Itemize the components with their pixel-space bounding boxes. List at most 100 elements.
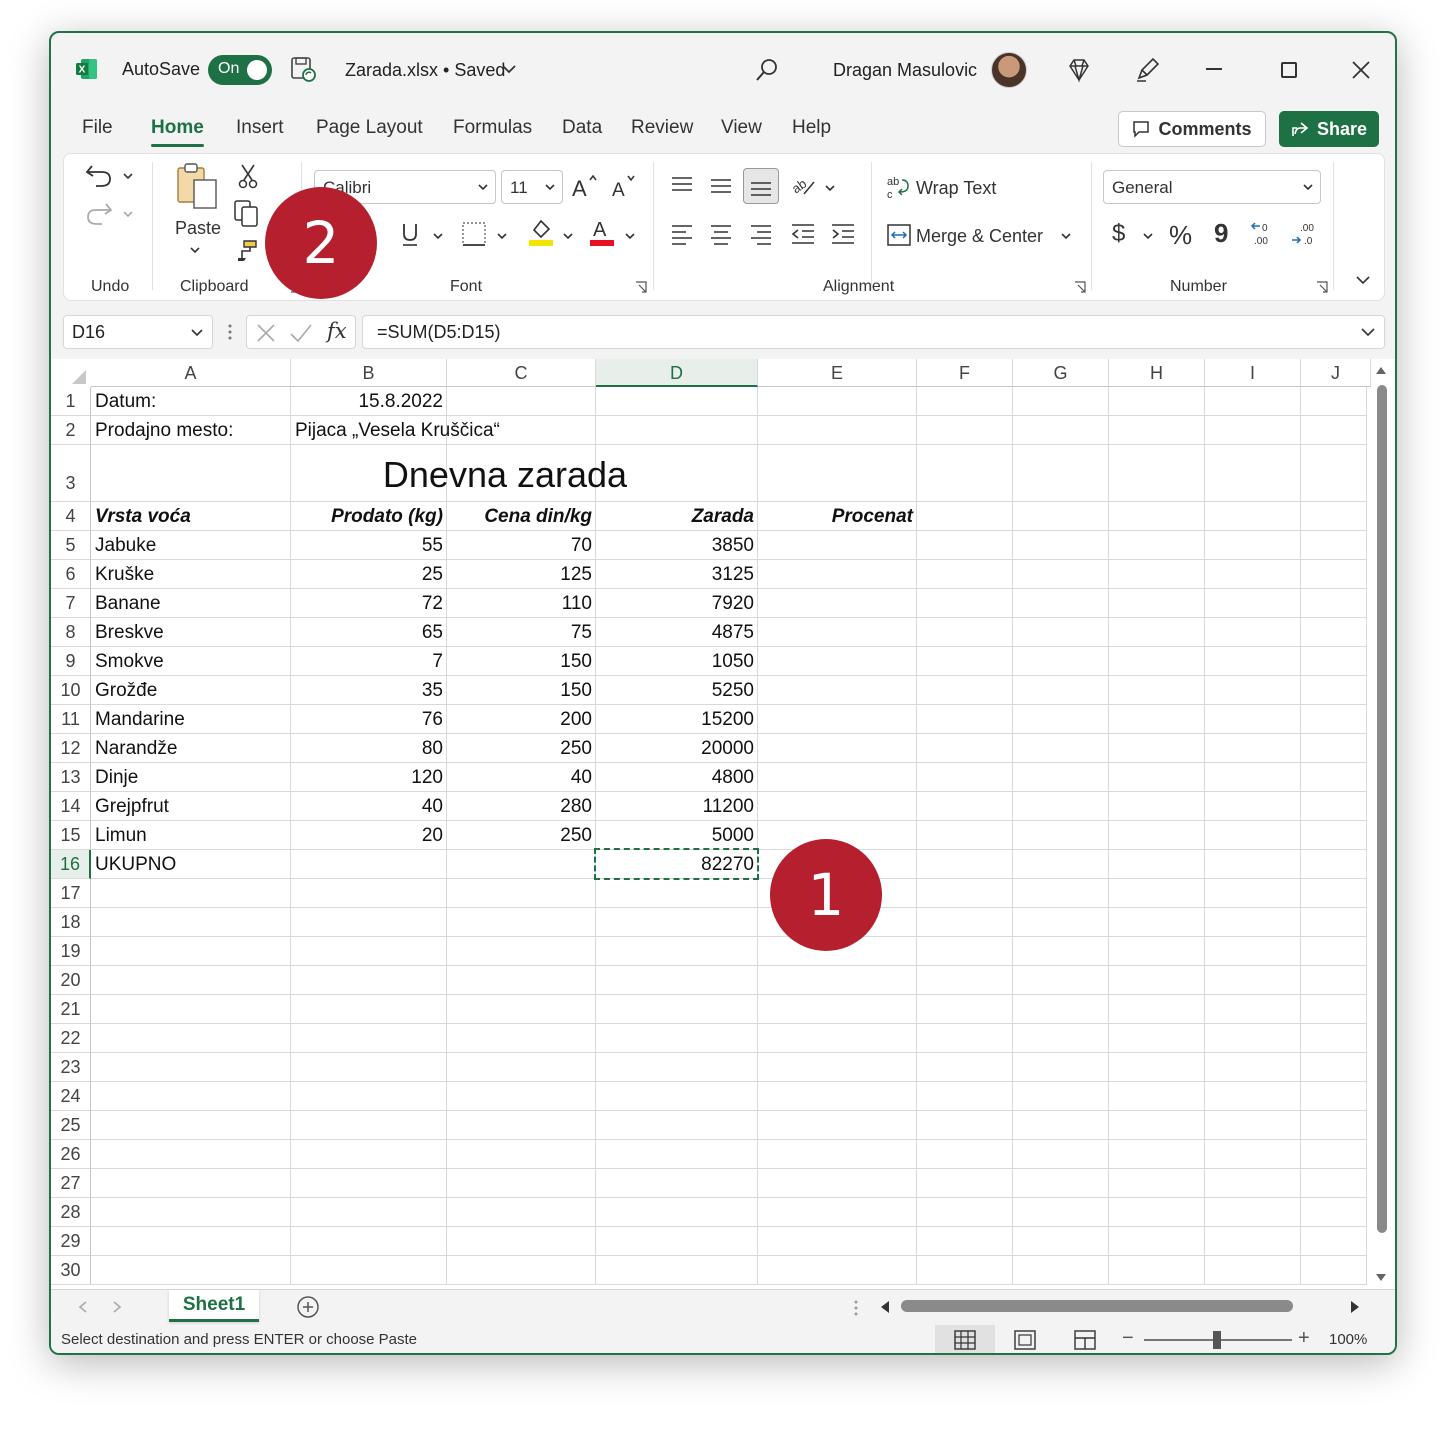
- share-button[interactable]: Share: [1279, 111, 1379, 147]
- row-header-20[interactable]: 20: [51, 966, 91, 995]
- row-header-11[interactable]: 11: [51, 705, 91, 734]
- wrap-text-label[interactable]: Wrap Text: [916, 178, 996, 199]
- row-header-15[interactable]: 15: [51, 821, 91, 850]
- cell-fruit-name[interactable]: Kruške: [91, 560, 291, 589]
- header-cena[interactable]: Cena din/kg: [447, 502, 596, 531]
- underline-icon[interactable]: [398, 220, 422, 248]
- increase-indent-icon[interactable]: [830, 222, 856, 246]
- row-header-25[interactable]: 25: [51, 1111, 91, 1140]
- cell-earnings[interactable]: 1050: [596, 647, 758, 676]
- zoom-out-button[interactable]: −: [1122, 1327, 1134, 1350]
- row-header-23[interactable]: 23: [51, 1053, 91, 1082]
- tab-review[interactable]: Review: [631, 117, 693, 139]
- merge-center-icon[interactable]: [886, 222, 912, 248]
- cell-sold-kg[interactable]: 72: [291, 589, 447, 618]
- header-procenat[interactable]: Procenat: [758, 502, 917, 531]
- merge-center-label[interactable]: Merge & Center: [916, 226, 1043, 247]
- row-header-4[interactable]: 4: [51, 502, 91, 531]
- currency-button[interactable]: $: [1112, 220, 1125, 248]
- row-header-1[interactable]: 1: [51, 387, 91, 416]
- borders-icon[interactable]: [460, 220, 488, 248]
- column-header-i[interactable]: I: [1205, 359, 1301, 387]
- chevron-down-icon[interactable]: [1142, 230, 1154, 242]
- copy-icon[interactable]: [232, 198, 262, 228]
- font-size-select[interactable]: 11: [501, 170, 563, 204]
- cell-sold-kg[interactable]: 65: [291, 618, 447, 647]
- cell-fruit-name[interactable]: Grožđe: [91, 676, 291, 705]
- chevron-down-icon[interactable]: [1060, 230, 1072, 242]
- row-header-8[interactable]: 8: [51, 618, 91, 647]
- cell-fruit-name[interactable]: Dinje: [91, 763, 291, 792]
- header-zarada[interactable]: Zarada: [596, 502, 758, 531]
- row-header-6[interactable]: 6: [51, 560, 91, 589]
- column-header-c[interactable]: C: [447, 359, 596, 387]
- row-header-26[interactable]: 26: [51, 1140, 91, 1169]
- horizontal-scroll-thumb[interactable]: [901, 1300, 1293, 1312]
- save-sync-icon[interactable]: [289, 55, 317, 83]
- row-header-5[interactable]: 5: [51, 531, 91, 560]
- cell-sold-kg[interactable]: 20: [291, 821, 447, 850]
- chevron-down-icon[interactable]: [501, 61, 517, 77]
- enter-check-icon[interactable]: [289, 322, 313, 344]
- scroll-left-icon[interactable]: [879, 1299, 891, 1315]
- chevron-down-icon[interactable]: [562, 230, 574, 242]
- row-header-27[interactable]: 27: [51, 1169, 91, 1198]
- page-layout-view-button[interactable]: [995, 1325, 1055, 1353]
- cell-earnings[interactable]: 4875: [596, 618, 758, 647]
- user-name[interactable]: Dragan Masulovic: [833, 60, 977, 81]
- cell-fruit-name[interactable]: Narandže: [91, 734, 291, 763]
- cell-total-label[interactable]: UKUPNO: [91, 850, 291, 879]
- cell-sold-kg[interactable]: 35: [291, 676, 447, 705]
- row-header-16[interactable]: 16: [51, 850, 91, 879]
- font-color-icon[interactable]: A: [588, 216, 616, 248]
- redo-icon[interactable]: [84, 200, 114, 228]
- cell-price[interactable]: 70: [447, 531, 596, 560]
- cell-earnings[interactable]: 11200: [596, 792, 758, 821]
- align-center-icon[interactable]: [709, 222, 733, 246]
- tab-formulas[interactable]: Formulas: [453, 117, 532, 139]
- comments-button[interactable]: Comments: [1118, 111, 1266, 147]
- header-vrsta-voca[interactable]: Vrsta voća: [91, 502, 291, 531]
- dialog-launcher-icon[interactable]: [635, 281, 647, 293]
- cell-b1[interactable]: 15.8.2022: [291, 387, 447, 416]
- close-icon[interactable]: [1350, 59, 1372, 81]
- cell-price[interactable]: 75: [447, 618, 596, 647]
- cell-a2[interactable]: Prodajno mesto:: [91, 416, 291, 445]
- cell-fruit-name[interactable]: Breskve: [91, 618, 291, 647]
- vertical-scroll-thumb[interactable]: [1377, 385, 1387, 1233]
- cell-price[interactable]: 150: [447, 647, 596, 676]
- expand-formula-icon[interactable]: [1360, 326, 1376, 338]
- top-align-icon[interactable]: [670, 174, 694, 198]
- row-header-3[interactable]: 3: [51, 445, 91, 502]
- minimize-button[interactable]: [1206, 68, 1222, 70]
- formula-input[interactable]: =SUM(D5:D15): [362, 315, 1385, 349]
- autosave-toggle[interactable]: On: [208, 55, 272, 85]
- zoom-slider-knob[interactable]: [1213, 1331, 1221, 1349]
- percent-button[interactable]: %: [1169, 220, 1192, 251]
- dialog-launcher-icon[interactable]: [1074, 281, 1086, 293]
- row-header-19[interactable]: 19: [51, 937, 91, 966]
- tab-data[interactable]: Data: [562, 117, 602, 139]
- format-painter-icon[interactable]: [234, 238, 260, 262]
- cell-sold-kg[interactable]: 55: [291, 531, 447, 560]
- undo-icon[interactable]: [84, 162, 114, 190]
- next-sheet-icon[interactable]: [111, 1300, 123, 1314]
- align-right-icon[interactable]: [749, 222, 773, 246]
- chevron-down-icon[interactable]: [189, 244, 201, 256]
- chevron-down-icon[interactable]: [432, 230, 444, 242]
- tab-page-layout[interactable]: Page Layout: [316, 117, 423, 139]
- header-prodato[interactable]: Prodato (kg): [291, 502, 447, 531]
- row-header-30[interactable]: 30: [51, 1256, 91, 1285]
- cell-earnings[interactable]: 3125: [596, 560, 758, 589]
- row-header-2[interactable]: 2: [51, 416, 91, 445]
- chevron-down-icon[interactable]: [624, 230, 636, 242]
- row-header-14[interactable]: 14: [51, 792, 91, 821]
- wrap-text-icon[interactable]: abc: [886, 174, 910, 200]
- cell-earnings[interactable]: 5250: [596, 676, 758, 705]
- column-header-e[interactable]: E: [758, 359, 917, 387]
- zoom-in-button[interactable]: +: [1298, 1327, 1310, 1350]
- row-header-21[interactable]: 21: [51, 995, 91, 1024]
- scroll-down-icon[interactable]: [1375, 1273, 1387, 1283]
- insert-function-button[interactable]: fx: [327, 319, 347, 343]
- middle-align-icon[interactable]: [709, 174, 733, 198]
